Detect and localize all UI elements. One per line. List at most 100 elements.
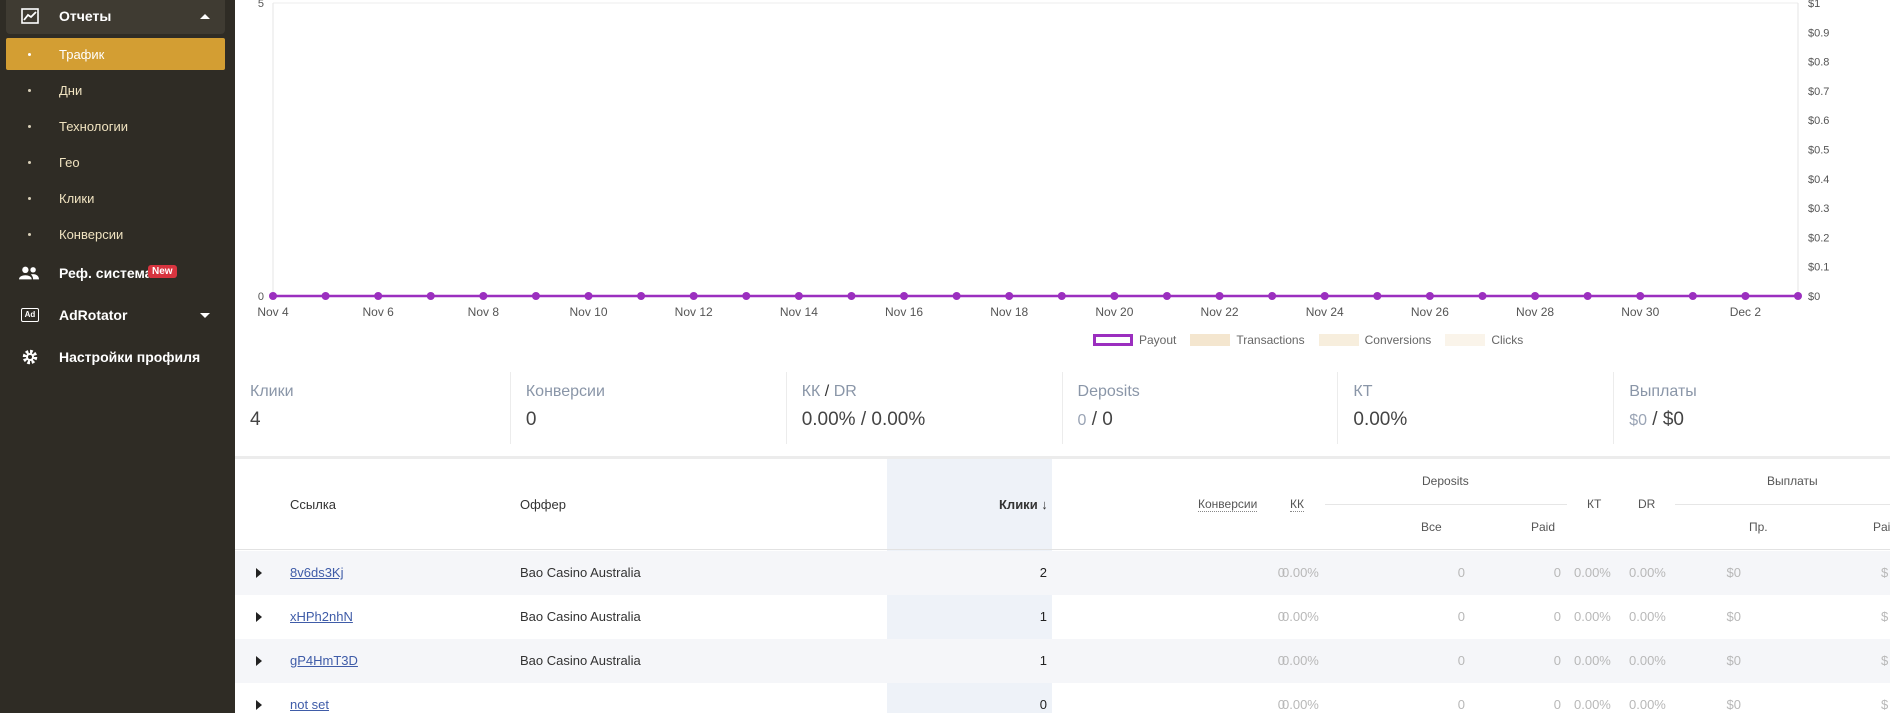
bullet-icon: [28, 232, 31, 236]
x-axis-tick-label: Nov 12: [675, 305, 713, 319]
cell-kk: 0.00%: [1282, 565, 1319, 580]
new-badge: New: [148, 265, 177, 278]
th-payouts-paid[interactable]: Pai: [1873, 520, 1890, 534]
right-axis-tick-label: $0: [1808, 291, 1820, 303]
th-deposits-paid[interactable]: Paid: [1531, 520, 1555, 534]
left-axis-tick-label: 0: [258, 291, 264, 303]
payout-data-point: [1215, 292, 1224, 300]
stat-label: КТ: [1353, 383, 1373, 400]
payout-data-point: [269, 292, 277, 300]
x-axis-tick-label: Nov 18: [990, 305, 1028, 319]
sidebar-item-clicks[interactable]: Клики: [6, 182, 225, 214]
th-kk[interactable]: КК: [1290, 497, 1304, 512]
th-link[interactable]: Ссылка: [290, 497, 336, 512]
nav-reports[interactable]: Отчеты: [6, 0, 225, 34]
legend-swatch-payout: [1093, 334, 1133, 346]
nav-profile-settings[interactable]: Настройки профиля: [6, 342, 225, 372]
expand-caret-icon[interactable]: [256, 656, 262, 666]
th-offer[interactable]: Оффер: [520, 497, 566, 512]
x-axis-tick-label: Nov 30: [1621, 305, 1659, 319]
cell-kt: 0.00%: [1574, 565, 1611, 580]
sidebar: Отчеты Трафик Дни Технологии Гео Клики К…: [0, 0, 235, 713]
legend-payout[interactable]: Payout: [1093, 333, 1176, 347]
deposits-group-rule: [1327, 504, 1567, 505]
payout-data-point: [531, 292, 540, 300]
legend-swatch-transactions: [1190, 334, 1231, 346]
legend-conversions[interactable]: Conversions: [1318, 333, 1431, 347]
right-axis-tick-label: $0.7: [1808, 86, 1829, 98]
th-payouts: Выплаты: [1767, 474, 1818, 488]
sidebar-item-conversions[interactable]: Конверсии: [6, 218, 225, 250]
sidebar-item-geo[interactable]: Гео: [6, 146, 225, 178]
th-dr[interactable]: DR: [1638, 497, 1655, 511]
payout-data-point: [1741, 292, 1750, 300]
cell-deposits-all: 0: [1457, 653, 1465, 668]
payout-data-point: [1478, 292, 1487, 300]
payout-data-point: [794, 292, 803, 300]
payout-data-point: [321, 292, 330, 300]
x-axis-tick-label: Nov 10: [570, 305, 608, 319]
expand-caret-icon[interactable]: [256, 612, 262, 622]
cell-conversions: 0: [1277, 609, 1285, 624]
cell-conversions: 0: [1277, 565, 1285, 580]
nav-profile-settings-label: Настройки профиля: [59, 349, 201, 365]
th-conversions[interactable]: Конверсии: [1198, 497, 1258, 512]
x-axis-tick-label: Nov 16: [885, 305, 923, 319]
th-kt[interactable]: КТ: [1587, 497, 1601, 511]
payout-data-point: [637, 292, 646, 300]
stat-label-dr: DR: [833, 383, 857, 400]
th-payouts-pr[interactable]: Пр.: [1749, 520, 1768, 534]
expand-caret-icon[interactable]: [256, 700, 262, 710]
payout-data-point: [1794, 292, 1802, 300]
stat-value-rest: / 0: [1091, 409, 1113, 430]
sidebar-item-days[interactable]: Дни: [6, 74, 225, 106]
cell-deposits-paid: 0: [1553, 653, 1561, 668]
sidebar-item-label: Технологии: [59, 118, 129, 134]
cell-link[interactable]: 8v6ds3Kj: [290, 565, 343, 580]
cell-link[interactable]: not set: [290, 697, 329, 712]
cell-deposits-all: 0: [1457, 697, 1465, 712]
nav-adrotator[interactable]: Ad AdRotator: [6, 300, 225, 330]
legend-clicks[interactable]: Clicks: [1445, 333, 1523, 347]
th-clicks[interactable]: Клики ↓: [999, 497, 1048, 512]
nav-ref-system[interactable]: Реф. система New: [6, 258, 225, 288]
cell-payouts-pr: $0: [1726, 565, 1741, 580]
sidebar-item-traffic[interactable]: Трафик: [6, 38, 225, 70]
cell-link[interactable]: xHPh2nhN: [290, 609, 353, 624]
stat-value: $0 / $0: [1629, 409, 1684, 431]
payout-data-point: [689, 292, 698, 300]
table-row[interactable]: xHPh2nhN Bao Casino Australia 1 0 0.00% …: [235, 595, 1890, 639]
payout-data-point: [479, 292, 488, 300]
cell-offer: Bao Casino Australia: [520, 609, 641, 624]
chevron-up-icon: [200, 14, 210, 19]
table-row[interactable]: not set 0 0 0.00% 0 0 0.00% 0.00% $0 $: [235, 683, 1890, 713]
stat-value: 0: [525, 409, 537, 430]
cell-kt: 0.00%: [1574, 653, 1611, 668]
legend-transactions[interactable]: Transactions: [1190, 333, 1305, 347]
expand-caret-icon[interactable]: [256, 568, 262, 578]
sidebar-item-technologies[interactable]: Технологии: [6, 110, 225, 142]
cell-kk: 0.00%: [1282, 609, 1319, 624]
sidebar-item-label: Трафик: [59, 46, 105, 62]
payout-data-point: [374, 292, 383, 300]
legend-swatch-clicks: [1445, 334, 1486, 346]
x-axis-tick-label: Nov 20: [1095, 305, 1133, 319]
payout-data-point: [1268, 292, 1277, 300]
x-axis-tick-label: Nov 14: [780, 305, 818, 319]
cell-deposits-all: 0: [1457, 609, 1465, 624]
cell-payouts-paid: $: [1881, 697, 1889, 712]
stat-value: 0 / 0: [1078, 409, 1113, 431]
chevron-down-icon: [200, 313, 210, 318]
x-axis-tick-label: Nov 22: [1201, 305, 1239, 319]
stat-value: 0.00% / 0.00%: [801, 409, 926, 430]
cell-link[interactable]: gP4HmT3D: [290, 653, 358, 668]
chart-svg: 5 0 $1 $0.9 $0.8 $0.7 $0.6 $0.5 $0.4 $0.3 $0.2 $0.1…: [257, 0, 1829, 319]
table-row[interactable]: gP4HmT3D Bao Casino Australia 1 0 0.00% …: [235, 639, 1890, 683]
cell-kt: 0.00%: [1574, 609, 1611, 624]
table-row[interactable]: 8v6ds3Kj Bao Casino Australia 2 0 0.00% …: [235, 551, 1890, 595]
stat-value-muted: 0: [1077, 412, 1087, 429]
x-axis-tick-label: Dec 2: [1730, 305, 1762, 319]
header-bottom-rule: [235, 549, 1890, 550]
stat-clicks: Клики 4: [235, 372, 511, 444]
th-deposits-all[interactable]: Все: [1421, 520, 1442, 534]
